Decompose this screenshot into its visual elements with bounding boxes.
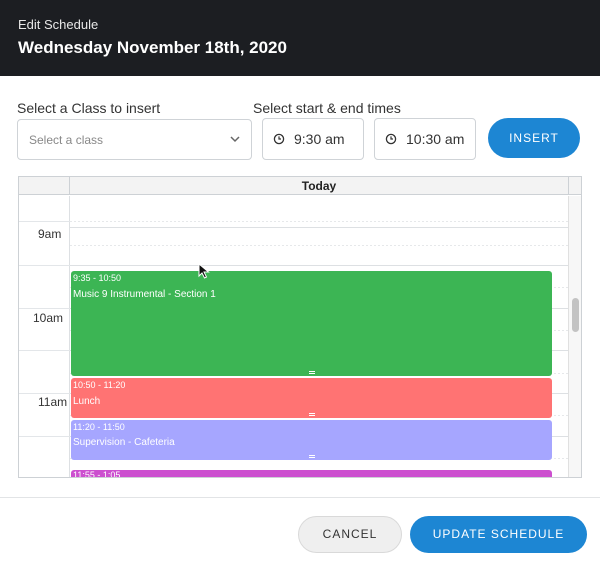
end-time-value: 10:30 am: [406, 131, 465, 147]
column-header-today: Today: [301, 179, 337, 193]
resize-handle[interactable]: [308, 455, 315, 458]
event-time: 10:50 - 11:20: [73, 380, 126, 390]
start-time-value: 9:30 am: [294, 131, 345, 147]
edit-schedule-modal: Edit Schedule Wednesday November 18th, 2…: [0, 0, 600, 567]
event-title: Lunch: [73, 396, 101, 407]
header-gutter: [19, 177, 70, 195]
event-block[interactable]: 10:50 - 11:20 Lunch: [71, 378, 552, 418]
gutter-line: [19, 350, 70, 351]
grid-line: [70, 245, 568, 246]
clock-icon: [385, 133, 397, 145]
event-block[interactable]: 11:55 - 1:05: [71, 470, 552, 478]
event-block[interactable]: 9:35 - 10:50 Music 9 Instrumental - Sect…: [71, 271, 552, 376]
insert-button[interactable]: INSERT: [488, 118, 580, 158]
calendar-scrollbar[interactable]: [568, 196, 581, 477]
times-label: Select start & end times: [253, 100, 401, 116]
hour-label-9am: 9am: [38, 227, 62, 241]
start-time-field[interactable]: 9:30 am: [262, 118, 364, 160]
calendar-view: Today 9am 10am 11am 9:35 - 10:50 Music 9…: [18, 176, 582, 478]
mouse-cursor-icon: [198, 263, 210, 279]
gutter-line: [19, 221, 70, 222]
grid-line: [70, 227, 568, 228]
event-title: Music 9 Instrumental - Section 1: [73, 289, 216, 300]
grid-line: [70, 265, 568, 266]
gutter-line: [19, 436, 70, 437]
chevron-down-icon: [230, 136, 240, 143]
class-select-label: Select a Class to insert: [17, 100, 161, 116]
modal-eyebrow: Edit Schedule: [18, 17, 99, 32]
class-select[interactable]: Select a class: [17, 119, 252, 160]
grid-line: [70, 221, 568, 222]
cancel-button[interactable]: CANCEL: [298, 516, 402, 553]
event-block[interactable]: 11:20 - 11:50 Supervision - Cafeteria: [71, 420, 552, 460]
class-select-placeholder: Select a class: [29, 133, 104, 147]
modal-title: Wednesday November 18th, 2020: [18, 38, 287, 57]
gutter-line: [19, 393, 70, 394]
gutter-line: [19, 265, 70, 266]
modal-header: Edit Schedule Wednesday November 18th, 2…: [0, 0, 600, 76]
header-scroll-spacer: [568, 177, 581, 195]
gutter-line: [19, 308, 70, 309]
hour-label-10am: 10am: [33, 311, 64, 325]
update-schedule-button[interactable]: UPDATE SCHEDULE: [410, 516, 587, 553]
resize-handle[interactable]: [308, 371, 315, 374]
event-title: Supervision - Cafeteria: [73, 437, 175, 448]
event-time: 11:55 - 1:05: [73, 470, 121, 478]
resize-handle[interactable]: [308, 413, 315, 416]
scrollbar-thumb[interactable]: [572, 298, 579, 332]
footer-divider: [0, 497, 600, 498]
end-time-field[interactable]: 10:30 am: [374, 118, 476, 160]
calendar-header: Today: [19, 177, 581, 195]
hour-label-11am: 11am: [38, 395, 68, 409]
clock-icon: [273, 133, 285, 145]
event-time: 9:35 - 10:50: [73, 273, 122, 283]
event-time: 11:20 - 11:50: [73, 422, 125, 432]
